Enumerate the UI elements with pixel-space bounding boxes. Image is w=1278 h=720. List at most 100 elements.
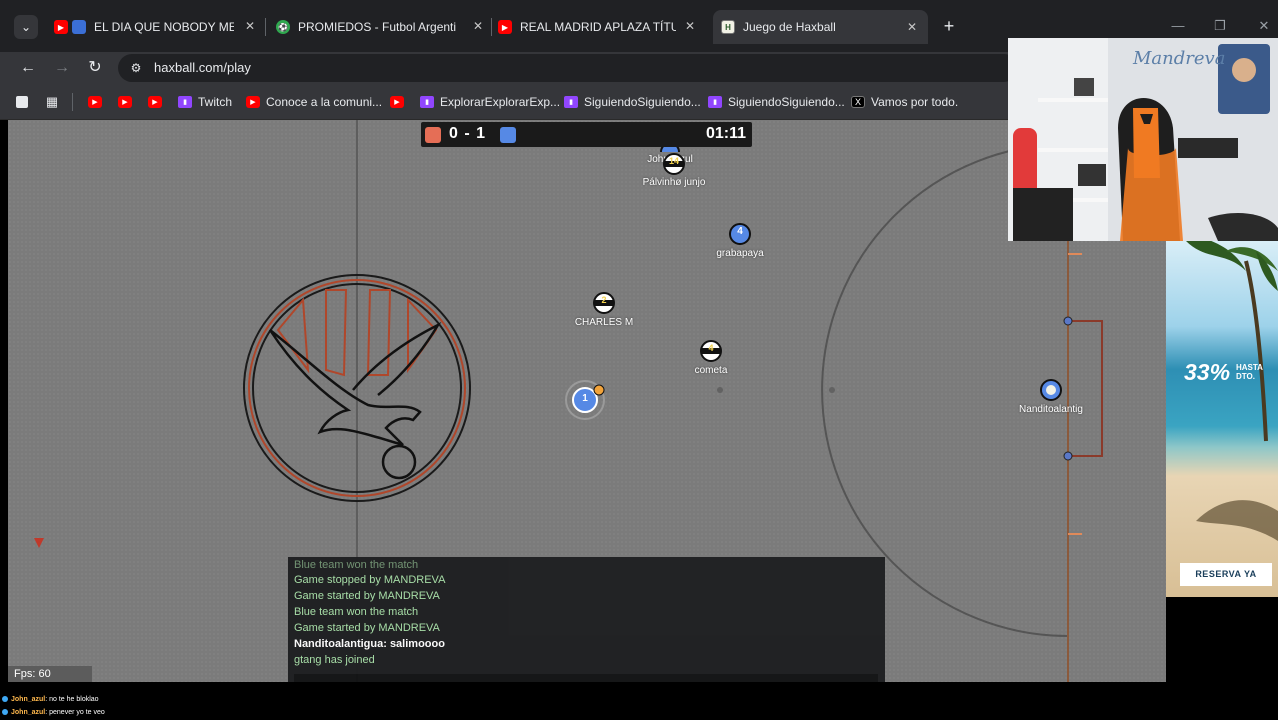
twitch-icon: ▮ xyxy=(420,96,434,108)
tab-label: EL DIA QUE NOBODY METI xyxy=(94,20,234,34)
x-icon: X xyxy=(851,96,865,108)
chat-line: Game started by MANDREVA xyxy=(294,622,440,634)
bookmark-x[interactable]: X Vamos por todo. xyxy=(851,93,958,111)
chat-badge-icon xyxy=(2,696,8,703)
player-name: Pálvinhø junjo xyxy=(642,177,706,188)
tab-haxball[interactable]: H Juego de Haxball ✕ xyxy=(713,10,928,44)
youtube-icon: ▶ xyxy=(88,96,102,108)
bookmark-divider xyxy=(72,93,73,111)
stream-chat-overlay: John_azul: no te he bloklao John_azul: p… xyxy=(0,690,400,720)
flag-icon xyxy=(72,20,86,34)
chat-text: : no te he bloklao xyxy=(45,696,99,703)
tab-label: Juego de Haxball xyxy=(743,20,836,34)
blue-team-swatch xyxy=(500,127,516,143)
site-settings-icon[interactable]: ⚙ xyxy=(128,60,144,76)
cursor-marker xyxy=(34,538,44,548)
new-tab-button[interactable]: + xyxy=(938,15,960,37)
bookmark-label: Twitch xyxy=(198,95,233,109)
youtube-icon: ▶ xyxy=(118,96,132,108)
tab-divider xyxy=(491,18,492,36)
webcam-overlay: Mandreva xyxy=(1008,38,1278,241)
goal-post xyxy=(1063,451,1073,461)
tab-youtube-2[interactable]: ▶ REAL MADRID APLAZA TÍTULO ✕ xyxy=(498,14,698,40)
chat-input[interactable] xyxy=(294,674,878,682)
ad-banner[interactable]: 33% HASTA DTO. RESERVA YA xyxy=(1166,241,1278,597)
chat-text: : penever yo te veo xyxy=(45,709,105,716)
discount-percent: 33% xyxy=(1184,359,1231,385)
bookmark-explorar[interactable]: ▮ ExplorarExplorarExp... xyxy=(420,93,560,111)
tab-youtube-1[interactable]: ▶ EL DIA QUE NOBODY METI ✕ xyxy=(54,14,258,40)
game-chat-panel: Blue team won the match Game stopped by … xyxy=(288,557,885,682)
goal-post xyxy=(1063,316,1073,326)
bookmark-6[interactable]: ▶ xyxy=(390,93,410,111)
bookmark-siguiendo-1[interactable]: ▮ SiguiendoSiguiendo... xyxy=(564,93,701,111)
bookmark-checkbox[interactable] xyxy=(16,93,34,111)
chat-line: Blue team won the match xyxy=(294,559,419,571)
stream-chat-message: John_azul: penever yo te veo xyxy=(2,709,105,716)
chat-username: John_azul xyxy=(11,696,46,703)
bookmark-2[interactable]: ▶ xyxy=(118,93,138,111)
minimize-icon[interactable]: — xyxy=(1166,14,1190,38)
tab-divider xyxy=(265,18,266,36)
bookmark-conoce[interactable]: ▶ Conoce a la comuni... xyxy=(246,93,382,111)
scoreboard: 0 - 1 01:11 xyxy=(421,122,752,147)
youtube-icon: ▶ xyxy=(246,96,260,108)
bookmark-3[interactable]: ▶ xyxy=(148,93,168,111)
player-name: CHARLES M xyxy=(574,317,634,328)
player-name: cometa xyxy=(694,365,728,376)
goal-net xyxy=(1068,320,1103,457)
chat-player-message: Nanditoalantigua: salimoooo xyxy=(294,638,445,650)
haxball-icon: H xyxy=(721,20,735,34)
palm-tree-icon xyxy=(1186,241,1278,541)
close-icon[interactable]: ✕ xyxy=(470,18,486,34)
window-close-icon[interactable]: ✕ xyxy=(1252,14,1276,38)
chat-username: John_azul xyxy=(11,709,46,716)
bookmark-siguiendo-2[interactable]: ▮ SiguiendoSiguiendo... xyxy=(708,93,845,111)
apps-grid-icon: ▦ xyxy=(45,94,59,109)
twitch-icon: ▮ xyxy=(708,96,722,108)
close-icon[interactable]: ✕ xyxy=(682,18,698,34)
tab-search-button[interactable]: ⌄ xyxy=(14,15,38,39)
player-number: 4 xyxy=(737,226,743,237)
youtube-icon: ▶ xyxy=(498,20,512,34)
bookmark-twitch[interactable]: ▮ Twitch xyxy=(178,93,232,111)
stream-chat-message: John_azul: no te he bloklao xyxy=(2,696,99,703)
red-team-swatch xyxy=(425,127,441,143)
apps-button[interactable]: ▦ xyxy=(45,93,65,111)
twitch-icon: ▮ xyxy=(178,96,192,108)
bookmark-label: SiguiendoSiguiendo... xyxy=(584,95,701,109)
tab-promiedos[interactable]: ⚽ PROMIEDOS - Futbol Argentino ✕ xyxy=(276,14,486,40)
bookmark-1[interactable]: ▶ xyxy=(88,93,108,111)
bookmark-label: Conoce a la comuni... xyxy=(266,95,383,109)
youtube-icon: ▶ xyxy=(390,96,404,108)
back-icon[interactable]: ← xyxy=(16,56,40,80)
match-timer: 01:11 xyxy=(705,125,746,142)
soccer-ball-icon: ⚽ xyxy=(276,20,290,34)
tab-label: REAL MADRID APLAZA TÍTULO xyxy=(520,20,676,34)
bookmark-label: Vamos por todo. xyxy=(871,95,959,109)
player-number: 4 xyxy=(708,343,714,353)
field-dot xyxy=(717,387,723,393)
chat-badge-icon xyxy=(2,709,8,716)
chat-line: Nanditoalantigua: salimoooo xyxy=(294,638,445,650)
bookmark-label: SiguiendoSiguiendo... xyxy=(728,95,845,109)
restore-icon[interactable]: ❐ xyxy=(1208,14,1232,38)
player-name: Nanditoalantig xyxy=(1019,404,1083,415)
bookmark-label: ExplorarExplorarExp... xyxy=(440,95,561,109)
player-name: grabapaya xyxy=(716,248,764,259)
forward-icon[interactable]: → xyxy=(50,56,74,80)
close-icon[interactable]: ✕ xyxy=(904,19,920,35)
player-number: 14 xyxy=(668,156,680,166)
hasta-text: HASTA xyxy=(1236,363,1263,372)
reserve-button[interactable]: RESERVA YA xyxy=(1180,563,1272,586)
field-dot xyxy=(829,387,835,393)
discount-label: HASTA DTO. xyxy=(1236,363,1263,381)
youtube-icon: ▶ xyxy=(148,96,162,108)
fps-counter: Fps: 60 xyxy=(8,666,92,682)
reload-icon[interactable]: ↻ xyxy=(83,56,107,80)
url-text: haxball.com/play xyxy=(154,60,251,75)
close-icon[interactable]: ✕ xyxy=(242,18,258,34)
address-bar[interactable]: ⚙ haxball.com/play xyxy=(118,54,1018,82)
player-number: 2 xyxy=(601,295,607,305)
square-icon xyxy=(16,96,28,108)
